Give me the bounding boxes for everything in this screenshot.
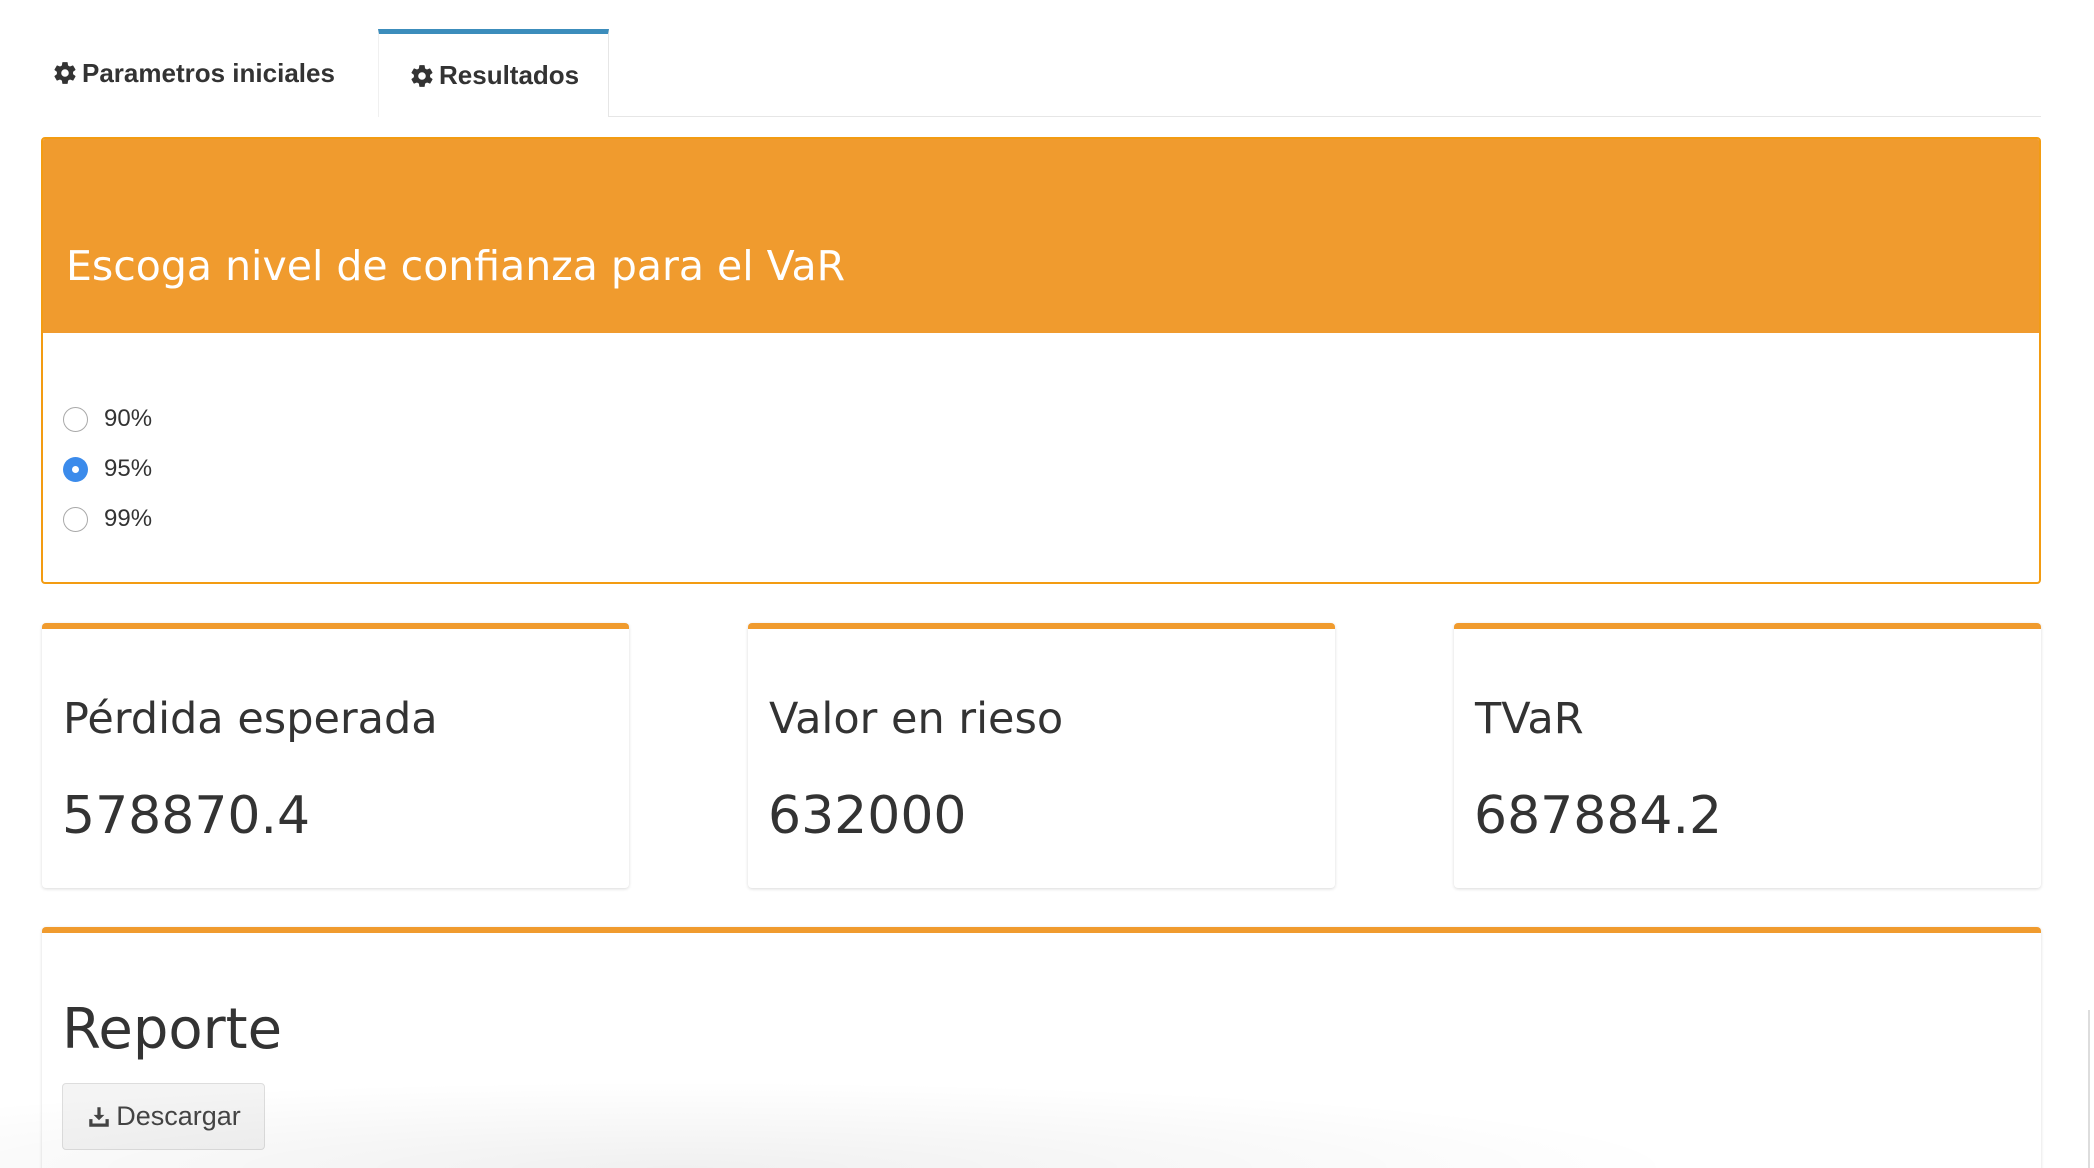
metric-title: TVaR xyxy=(1475,694,1584,744)
tvar-box: TVaR 687884.2 xyxy=(1454,623,2041,888)
radio-label: 90% xyxy=(104,405,153,432)
gear-icon xyxy=(409,63,435,89)
page: Parametros iniciales Resultados Escoga n… xyxy=(0,0,2094,1168)
radio-label: 99% xyxy=(104,505,153,532)
metric-title: Pérdida esperada xyxy=(63,694,438,744)
tab-resultados[interactable]: Resultados xyxy=(378,29,609,117)
metric-value: 578870.4 xyxy=(62,786,311,846)
radio-option-90[interactable]: 90% xyxy=(63,394,152,444)
expected-loss-box: Pérdida esperada 578870.4 xyxy=(42,623,629,888)
confidence-level-box: Escoga nivel de confianza para el VaR 90… xyxy=(41,137,2041,584)
gear-icon xyxy=(52,60,78,86)
radio-label: 95% xyxy=(104,455,153,482)
value-at-risk-box: Valor en rieso 632000 xyxy=(748,623,1335,888)
tab-label: Resultados xyxy=(439,60,580,90)
tab-parametros-iniciales[interactable]: Parametros iniciales xyxy=(21,29,378,117)
radio-option-99[interactable]: 99% xyxy=(63,494,152,544)
radio-option-95[interactable]: 95% xyxy=(63,444,152,494)
radio-button[interactable] xyxy=(63,406,88,432)
report-title: Reporte xyxy=(62,997,283,1062)
confidence-radio-group: 90% 95% 99% xyxy=(63,394,152,544)
radio-button-selected[interactable] xyxy=(63,456,88,482)
report-box: Reporte Descargar xyxy=(42,927,2041,1168)
tab-bar: Parametros iniciales Resultados xyxy=(21,29,2041,117)
tab-label: Parametros iniciales xyxy=(82,57,335,88)
download-label: Descargar xyxy=(116,1101,241,1131)
download-button[interactable]: Descargar xyxy=(62,1083,265,1150)
metric-title: Valor en rieso xyxy=(769,694,1064,744)
download-icon xyxy=(86,1104,112,1130)
confidence-box-header: Escoga nivel de confianza para el VaR xyxy=(43,139,2039,333)
radio-button[interactable] xyxy=(63,506,88,532)
scrollbar-edge xyxy=(2088,1010,2090,1168)
metric-value: 632000 xyxy=(768,786,967,846)
metric-value: 687884.2 xyxy=(1474,786,1723,846)
confidence-box-title: Escoga nivel de confianza para el VaR xyxy=(66,242,846,290)
